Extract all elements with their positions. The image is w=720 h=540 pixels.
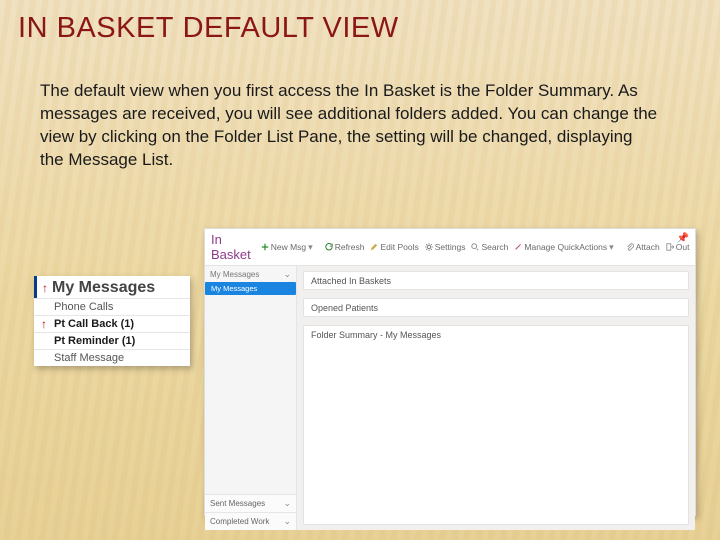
staff-message-label: Staff Message (54, 352, 124, 364)
pin-icon[interactable]: 📌 (677, 233, 689, 244)
chevron-down-icon: ⌄ (283, 269, 291, 280)
pt-call-back-label: Pt Call Back (1) (54, 318, 134, 330)
card-opened-patients[interactable]: Opened Patients (303, 298, 689, 317)
folder-list-pane[interactable]: My Messages ⌄ My Messages Sent Messages … (205, 266, 297, 530)
content-pane: Attached In Baskets Opened Patients Fold… (297, 266, 695, 530)
paperclip-icon (626, 243, 634, 251)
in-basket-title: In Basket (211, 232, 251, 262)
edit-pools-button[interactable]: Edit Pools (370, 242, 418, 252)
refresh-icon (325, 243, 333, 251)
refresh-button[interactable]: Refresh (325, 242, 365, 252)
chevron-down-icon: ▾ (609, 242, 614, 253)
out-icon (666, 243, 674, 251)
folder-sent-messages[interactable]: Sent Messages ⌄ (205, 494, 296, 512)
list-item[interactable]: Staff Message (34, 349, 190, 366)
attach-button[interactable]: Attach (626, 242, 660, 252)
folder-selected-my-messages[interactable]: My Messages (205, 282, 296, 295)
chevron-down-icon: ⌄ (283, 498, 291, 509)
up-arrow-red-icon: ↑ (41, 318, 47, 330)
up-arrow-red-icon: ↑ (42, 282, 48, 294)
search-icon (471, 243, 479, 251)
manage-quickactions-button[interactable]: Manage QuickActions ▾ (514, 242, 613, 253)
gear-icon (425, 243, 433, 251)
phone-calls-label: Phone Calls (54, 301, 113, 313)
wand-icon (514, 243, 522, 251)
search-button[interactable]: Search (471, 242, 508, 252)
pt-reminder-label: Pt Reminder (1) (54, 335, 135, 347)
in-basket-toolbar: In Basket New Msg ▾ Refresh Edit Pools S… (205, 229, 695, 266)
settings-button[interactable]: Settings (425, 242, 466, 252)
my-messages-header[interactable]: ↑ My Messages (34, 276, 190, 298)
slide-body-text: The default view when you first access t… (40, 80, 660, 172)
folder-completed-work[interactable]: Completed Work ⌄ (205, 512, 296, 530)
page-title: IN BASKET DEFAULT VIEW (18, 12, 399, 45)
card-folder-summary[interactable]: Folder Summary - My Messages (303, 325, 689, 525)
pencil-icon (370, 243, 378, 251)
my-messages-callout: ↑ My Messages Phone Calls ↑ Pt Call Back… (34, 276, 190, 366)
list-item[interactable]: Pt Reminder (1) (34, 332, 190, 349)
in-basket-panel: In Basket New Msg ▾ Refresh Edit Pools S… (204, 228, 696, 516)
new-msg-button[interactable]: New Msg ▾ (261, 242, 313, 253)
list-item[interactable]: ↑ Pt Call Back (1) (34, 315, 190, 332)
folder-pane-header[interactable]: My Messages ⌄ (205, 266, 296, 282)
chevron-down-icon: ⌄ (283, 516, 291, 527)
chevron-down-icon: ▾ (308, 242, 313, 253)
list-item[interactable]: Phone Calls (34, 298, 190, 315)
plus-icon (261, 243, 269, 251)
card-attached-in-baskets[interactable]: Attached In Baskets (303, 271, 689, 290)
my-messages-header-label: My Messages (52, 279, 155, 297)
folder-pane-header-label: My Messages (210, 270, 259, 279)
